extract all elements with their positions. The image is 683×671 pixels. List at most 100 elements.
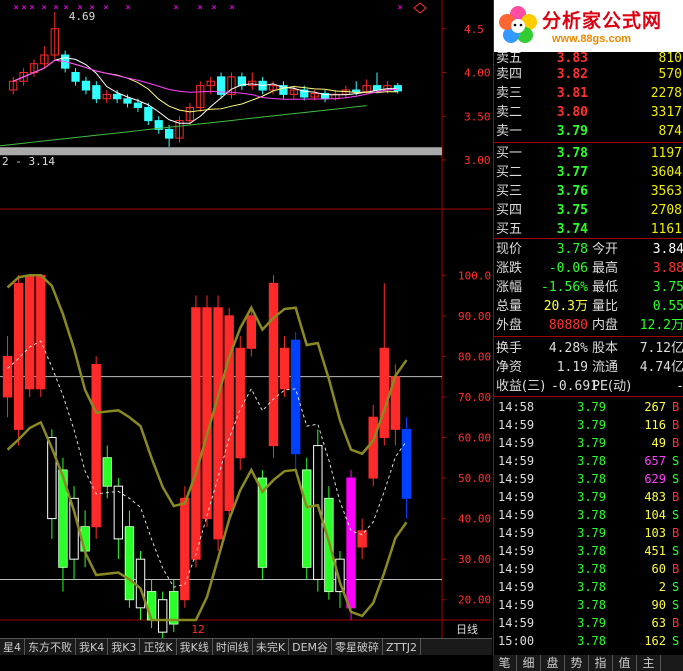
signal-marker-icon: ×: [229, 3, 234, 13]
tick-time: 14:58: [498, 400, 535, 414]
order-volume: 3604: [650, 165, 682, 180]
sell-row-2[interactable]: 卖二 3.80 3317: [494, 104, 683, 122]
tick-side: S: [672, 508, 680, 522]
buy-row-3[interactable]: 买三 3.76 3563: [494, 183, 683, 201]
quote-value: -0.691: [551, 379, 598, 394]
order-volume: 2708: [650, 203, 682, 218]
order-price: 3.79: [556, 124, 588, 139]
price-candle-body: [71, 72, 80, 82]
indicator-tab-10[interactable]: ZTTJ2: [383, 639, 422, 656]
price-candle-body: [133, 102, 143, 108]
indicator-bar-body: [379, 347, 390, 438]
tick-price: 3.79: [577, 616, 606, 630]
right-tab-3[interactable]: 势: [565, 655, 589, 671]
right-tab-6[interactable]: 主: [637, 655, 661, 671]
order-volume: 1161: [650, 222, 682, 237]
right-tab-5[interactable]: 值: [613, 655, 637, 671]
tick-volume: 451: [644, 544, 666, 558]
buy-row-4[interactable]: 买四 3.75 2708: [494, 202, 683, 220]
indicator-bar-body: [268, 282, 279, 447]
tick-price: 3.79: [577, 436, 606, 450]
indicator-tab-6[interactable]: 时间线: [213, 639, 253, 656]
indicator-tick-label: 50.00: [458, 472, 491, 485]
right-tab-bar: 笔细盘势指值主: [493, 655, 683, 671]
indicator-bar-body: [146, 591, 157, 621]
tick-volume: 90: [651, 598, 666, 612]
sell-row-4[interactable]: 卖四 3.82 570: [494, 66, 683, 84]
indicator-tab-7[interactable]: 未完K: [253, 639, 290, 656]
quote-value: 0.55: [652, 299, 683, 314]
site-logo: 分析家公式网 www.88gs.com: [494, 0, 683, 52]
right-tab-0[interactable]: 笔: [493, 655, 517, 671]
sell-row-3[interactable]: 卖三 3.81 2278: [494, 85, 683, 103]
tick-price: 3.78: [577, 580, 606, 594]
kline-chart-svg[interactable]: 4.54.003.503.00× × × × × × × × × × × × × × ×4.692 - 3.…: [0, 0, 492, 638]
right-tab-4[interactable]: 指: [589, 655, 613, 671]
quote-value: 3.84: [652, 242, 683, 257]
indicator-tab-9[interactable]: 零星破碎: [332, 639, 384, 656]
tick-side: B: [672, 562, 680, 576]
tick-side: B: [672, 490, 680, 504]
buy-row-2[interactable]: 买二 3.77 3604: [494, 164, 683, 182]
order-label: 买二: [496, 165, 523, 180]
tick-time: 14:59: [498, 598, 535, 612]
quote-value: 4.28%: [548, 341, 588, 356]
tick-price: 3.78: [577, 598, 606, 612]
indicator-tab-1[interactable]: 东方不败: [25, 639, 76, 656]
tick-time: 14:59: [498, 562, 535, 576]
order-price: 3.80: [556, 105, 588, 120]
tick-row: 14:59 3.78 451 S: [494, 542, 683, 560]
tick-price: 3.78: [577, 544, 606, 558]
tick-row: 14:59 3.79 116 B: [494, 416, 683, 434]
indicator-tab-4[interactable]: 正弦K: [140, 639, 177, 656]
kline-chart-area[interactable]: 4.5 4.00 3.50 3.00 × × × × × × × × × × × × × × × 4.69 2 - 3.…: [0, 0, 492, 638]
quote-value: -1.56%: [541, 280, 588, 295]
indicator-tab-2[interactable]: 我K4: [76, 639, 109, 656]
indicator-bar-body: [36, 274, 46, 390]
indicator-tab-5[interactable]: 我K线: [177, 639, 213, 656]
tick-volume: 63: [651, 616, 666, 630]
signal-marker-icon: ×: [397, 3, 402, 13]
signal-marker-icon: ×: [29, 3, 34, 13]
indicator-tab-0[interactable]: 星4: [0, 639, 25, 656]
tick-time: 14:59: [498, 454, 535, 468]
tick-divider: [494, 396, 683, 397]
order-volume: 3317: [650, 105, 682, 120]
signal-marker-icon: ×: [103, 3, 108, 13]
quote-label: 总量: [496, 299, 523, 314]
indicator-bar-body: [202, 307, 212, 520]
indicator-bar-body: [124, 526, 135, 601]
signal-marker-icon: ×: [125, 3, 130, 13]
buy-row-1[interactable]: 买一 3.78 1197: [494, 145, 683, 163]
indicator-tick-label: 70.00: [458, 391, 491, 404]
tick-time: 14:59: [498, 526, 535, 540]
order-price: 3.82: [556, 67, 588, 82]
quote-label: 股本: [592, 341, 619, 356]
quote-label: 最高: [592, 261, 619, 276]
tick-side: S: [672, 598, 680, 612]
tick-time: 14:59: [498, 508, 535, 522]
right-tab-1[interactable]: 细: [517, 655, 541, 671]
order-label: 卖二: [496, 105, 523, 120]
price-candle-body: [372, 85, 382, 91]
quote-label: 净资: [496, 360, 523, 375]
quote-label: 换手: [496, 341, 523, 356]
quote-label: 内盘: [592, 318, 619, 333]
quote-label: 涨跌: [496, 261, 523, 276]
quote-row: 现价 3.78 今开 3.84: [494, 240, 683, 260]
price-candle-body: [352, 89, 361, 93]
tick-volume: 49: [651, 436, 666, 450]
tick-volume: 2: [658, 580, 666, 594]
tick-side: B: [672, 526, 680, 540]
signal-marker-icon: ×: [21, 3, 26, 13]
indicator-bar-body: [357, 530, 367, 548]
buy-row-5[interactable]: 买五 3.74 1161: [494, 221, 683, 239]
quote-label: 涨幅: [496, 280, 523, 295]
order-label: 买五: [496, 222, 523, 237]
tick-side: S: [672, 634, 680, 648]
indicator-tab-3[interactable]: 我K3: [108, 639, 141, 656]
indicator-bar-body: [91, 364, 101, 528]
right-tab-2[interactable]: 盘: [541, 655, 565, 671]
sell-row-1[interactable]: 卖一 3.79 874: [494, 123, 683, 141]
indicator-tab-8[interactable]: DEM谷: [289, 639, 333, 656]
